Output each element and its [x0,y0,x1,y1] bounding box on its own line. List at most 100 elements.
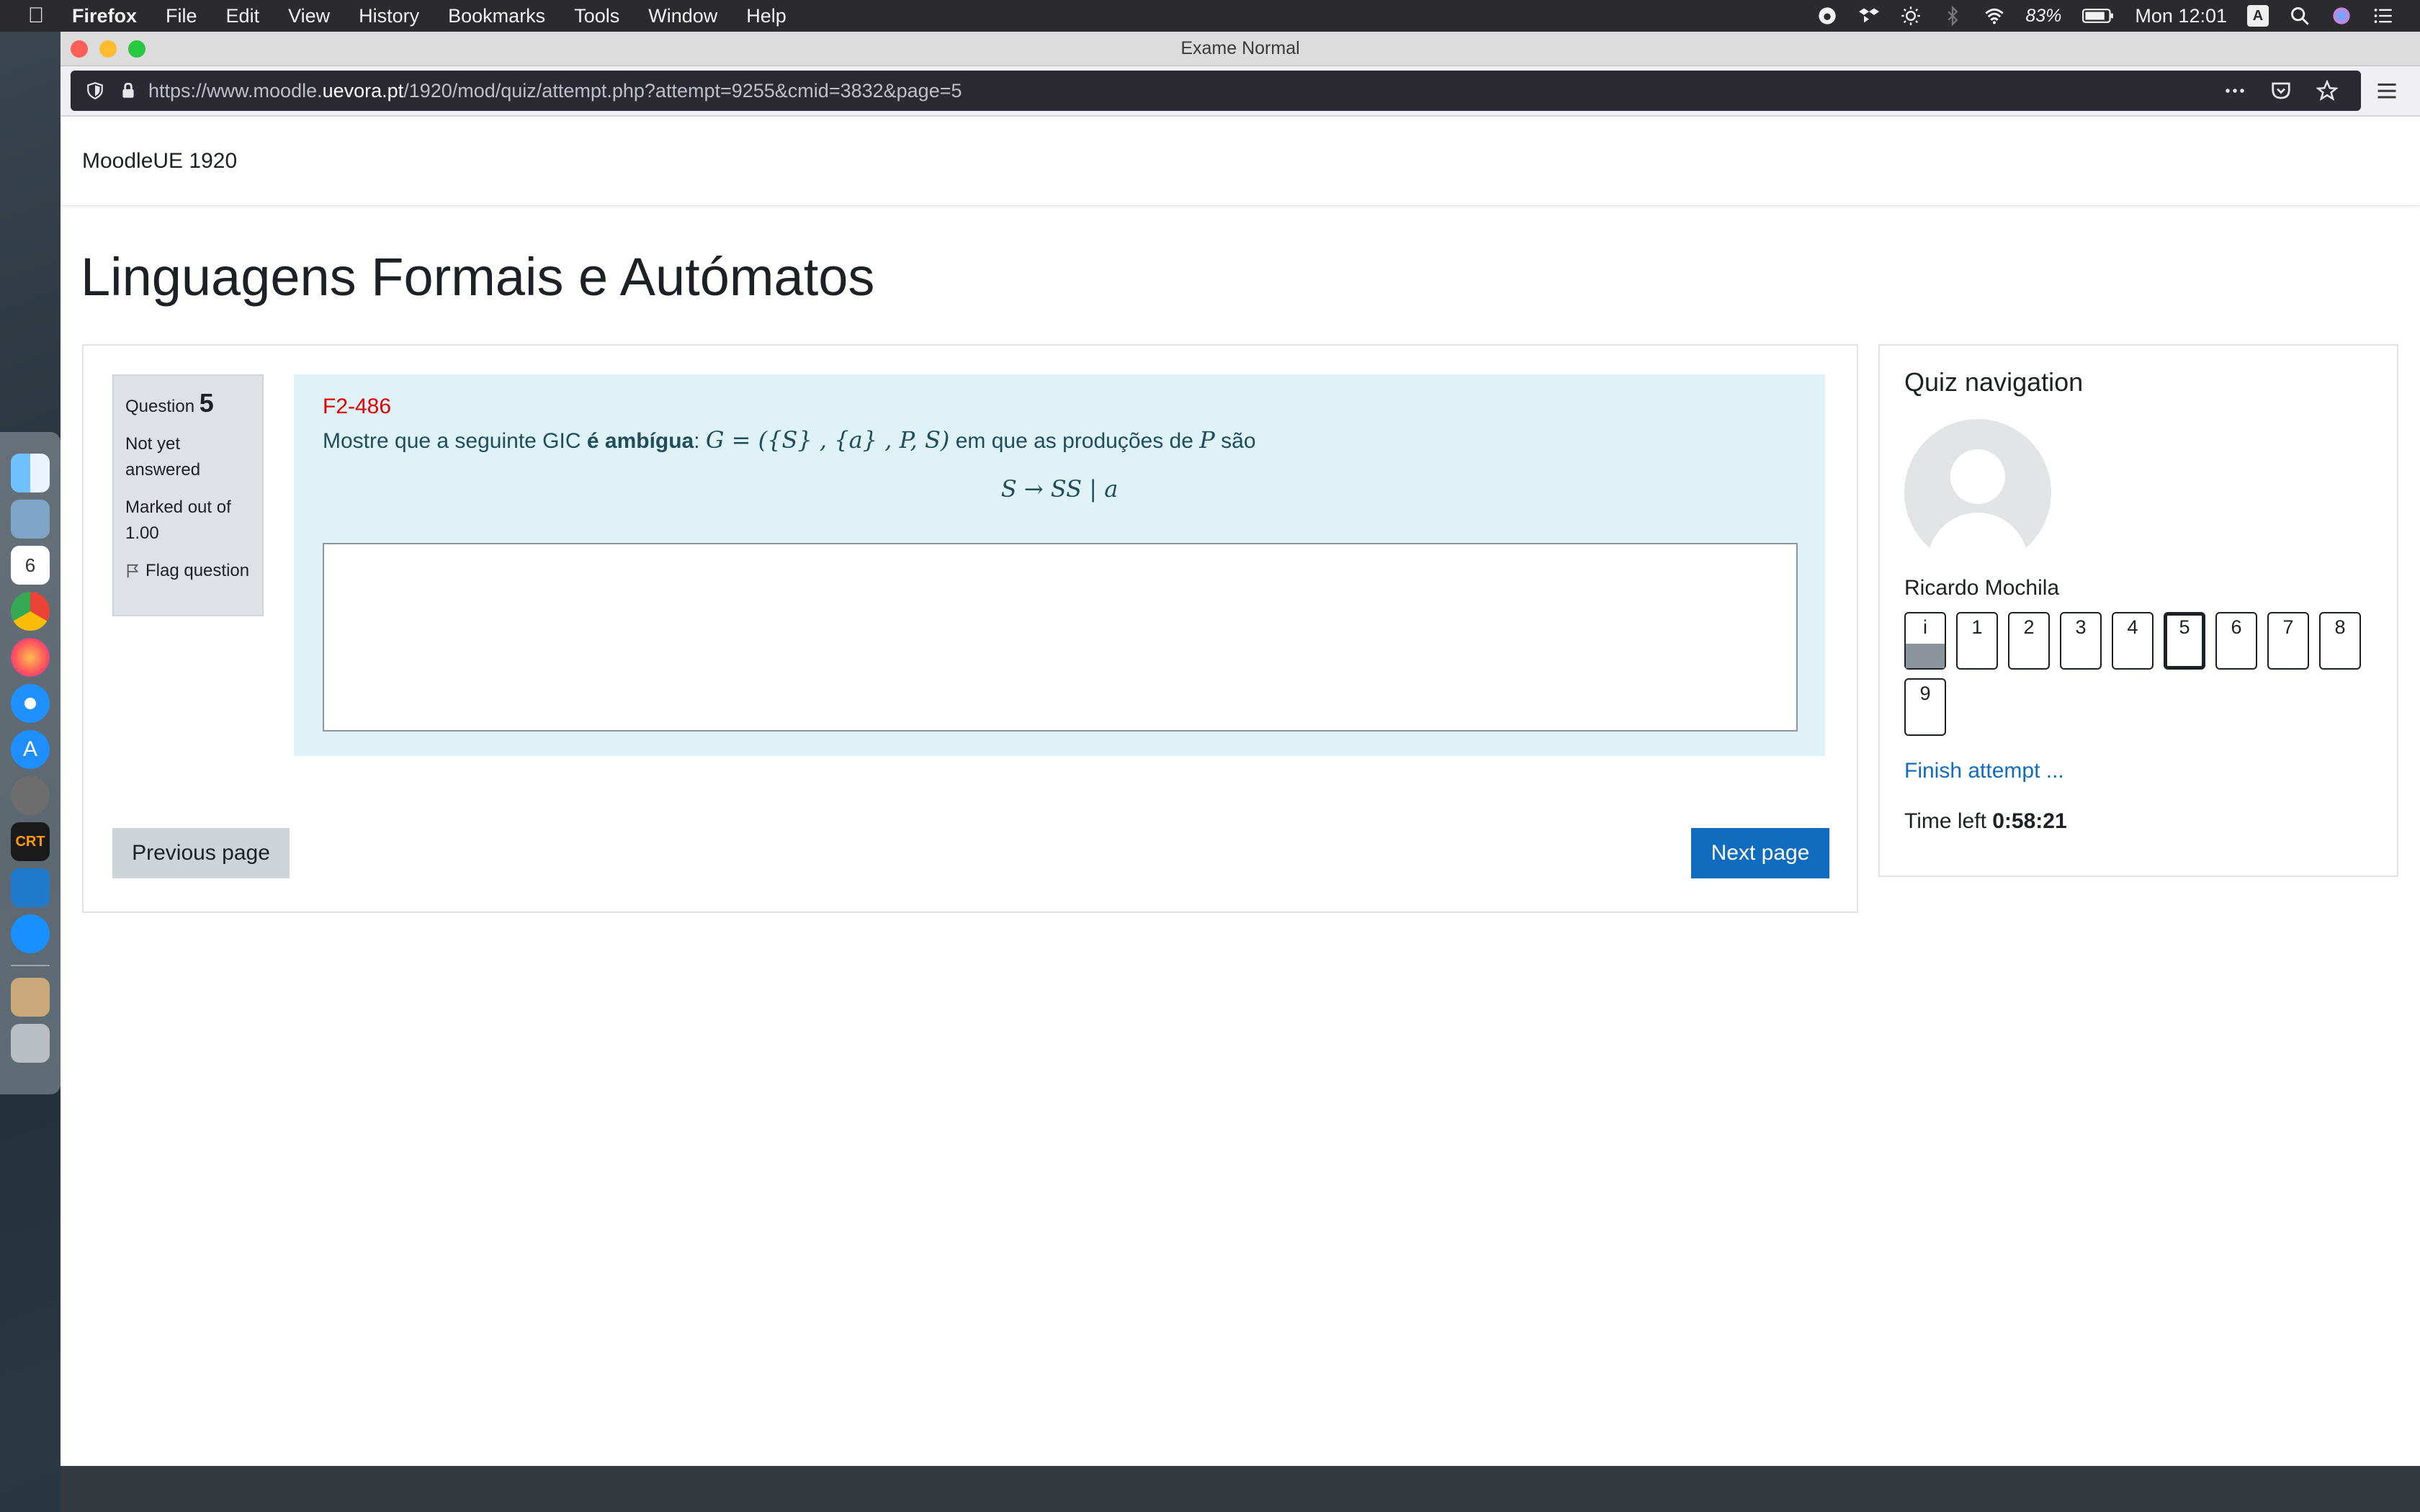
spotlight-search-icon[interactable] [2289,5,2311,27]
quiz-nav-question-7[interactable]: 7 [2267,612,2309,670]
menubar-clock[interactable]: Mon 12:01 [2135,5,2227,27]
url-prefix: https://www.moodle. [148,79,323,102]
quiz-nav-question-6[interactable]: 6 [2215,612,2257,670]
finder-icon[interactable] [11,454,50,492]
answered-indicator [1906,644,1945,668]
address-bar[interactable]: https://www.moodle.uevora.pt/1920/mod/qu… [71,71,2361,111]
quiz-nav-info[interactable]: i [1904,612,1946,670]
tracking-protection-shield-icon[interactable] [82,78,108,104]
app-menu-hamburger-icon[interactable] [2370,80,2404,102]
question-text-colon: : [694,429,706,453]
pocket-icon[interactable] [2269,78,2293,103]
grammar-definition-math: G = ({S} , {a} , P, S) [705,426,950,454]
bookmark-star-icon[interactable] [2315,78,2339,103]
fullscreen-window-button[interactable] [128,40,145,58]
site-name-link[interactable]: MoodleUE 1920 [82,149,237,174]
minimize-window-button[interactable] [99,40,117,58]
quiz-nav-info-label: i [1923,616,1927,638]
question-label: Question [125,397,195,416]
quiz-nav-question-8[interactable]: 8 [2319,612,2361,670]
quiz-nav-question-3[interactable]: 3 [2060,612,2102,670]
answer-textarea[interactable] [323,543,1798,732]
creative-cloud-icon[interactable] [1816,5,1838,27]
next-page-button[interactable]: Next page [1691,828,1829,878]
flag-icon [127,564,139,578]
wifi-icon[interactable] [1984,5,2005,27]
question-code: F2-486 [323,395,392,418]
question-text-pre: Mostre que a seguinte GIC [323,429,587,453]
url-text[interactable]: https://www.moodle.uevora.pt/1920/mod/qu… [148,80,2223,102]
page-actions-ellipsis-icon[interactable] [2223,78,2247,103]
question-state: Not yet answered [125,434,201,480]
dropbox-icon[interactable] [1858,5,1880,27]
menu-help[interactable]: Help [732,5,801,27]
question-number: Question 5 [125,390,251,420]
preview-icon[interactable] [11,500,50,539]
flag-question-label: Flag question [145,561,250,580]
site-navbar: MoodleUE 1920 [60,117,2420,206]
finish-attempt-link[interactable]: Finish attempt ... [1904,759,2372,783]
productions-set-math: P [1199,426,1215,454]
window-titlebar: Exame Normal [60,32,2420,66]
vscode-icon[interactable] [11,868,50,907]
crt-terminal-icon[interactable]: CRT [11,822,50,861]
quiz-nav-question-2[interactable]: 2 [2008,612,2050,670]
dock-separator [11,965,50,966]
user-name: Ricardo Mochila [1904,576,2060,600]
quiz-nav-question-5-current[interactable]: 5 [2164,612,2205,670]
menu-edit[interactable]: Edit [212,5,274,27]
time-left: Time left 0:58:21 [1904,809,2372,834]
firefox-window: Exame Normal https://www.moodle.uevora.p… [60,32,2420,1512]
time-left-value: 0:58:21 [1992,809,2067,833]
brightness-icon[interactable] [1900,5,1922,27]
menu-file[interactable]: File [151,5,212,27]
app-store-icon[interactable]: A [11,730,50,769]
question-text-post: são [1214,429,1256,453]
menu-view[interactable]: View [274,5,344,27]
system-preferences-icon[interactable] [11,776,50,815]
menu-window[interactable]: Window [634,5,732,27]
previous-page-button[interactable]: Previous page [112,828,290,878]
siri-icon[interactable] [2331,5,2352,27]
menu-app-firefox[interactable]: Firefox [58,5,151,27]
input-source-icon[interactable]: A [2247,5,2269,27]
macos-dock: 6 A CRT [0,432,60,1094]
question-info-box: Question 5 Not yet answered Marked out o… [112,374,264,616]
battery-icon[interactable] [2081,5,2115,27]
question-marks: Marked out of 1.00 [125,498,231,543]
page-footer [60,1466,2420,1512]
url-domain: uevora.pt [322,79,404,102]
window-title: Exame Normal [1180,38,1300,58]
messenger-icon[interactable] [11,914,50,953]
chrome-icon[interactable] [11,592,50,631]
apple-menu-icon[interactable]:  [14,4,58,28]
firefox-icon[interactable] [11,638,50,677]
macos-menubar:  Firefox File Edit View History Bookmar… [0,0,2420,32]
quiz-nav-question-9[interactable]: 9 [1904,678,1946,736]
bluetooth-icon[interactable] [1942,5,1963,27]
notification-center-icon[interactable] [2372,5,2394,27]
traffic-lights [71,40,145,58]
close-window-button[interactable] [71,40,88,58]
user-avatar [1904,419,2051,566]
navigation-toolbar: https://www.moodle.uevora.pt/1920/mod/qu… [60,66,2420,117]
calendar-icon[interactable]: 6 [11,546,50,585]
question-text: Mostre que a seguinte GIC é ambígua: G =… [323,426,1796,454]
menu-bookmarks[interactable]: Bookmarks [434,5,560,27]
menu-history[interactable]: History [344,5,434,27]
menu-tools[interactable]: Tools [560,5,634,27]
avatar-body-shape [1927,513,2028,566]
safari-icon[interactable] [11,684,50,723]
quiz-nav-question-4[interactable]: 4 [2112,612,2154,670]
moodle-page: MoodleUE 1920 Linguagens Formais e Autóm… [60,117,2420,1512]
production-rule-formula: S → SS | a [1000,475,1119,503]
trash-icon[interactable] [11,1024,50,1063]
avatar-head-shape [1950,449,2005,504]
quiz-nav-question-1[interactable]: 1 [1956,612,1998,670]
lock-icon[interactable] [115,78,141,104]
flag-question-link[interactable]: Flag question [125,558,251,584]
question-text-mid: em que as produções de [949,429,1200,453]
downloads-folder-icon[interactable] [11,978,50,1017]
quiz-question-buttons: i 1 2 3 4 5 6 7 8 9 [1904,612,2365,736]
battery-percent: 83% [2025,5,2062,26]
